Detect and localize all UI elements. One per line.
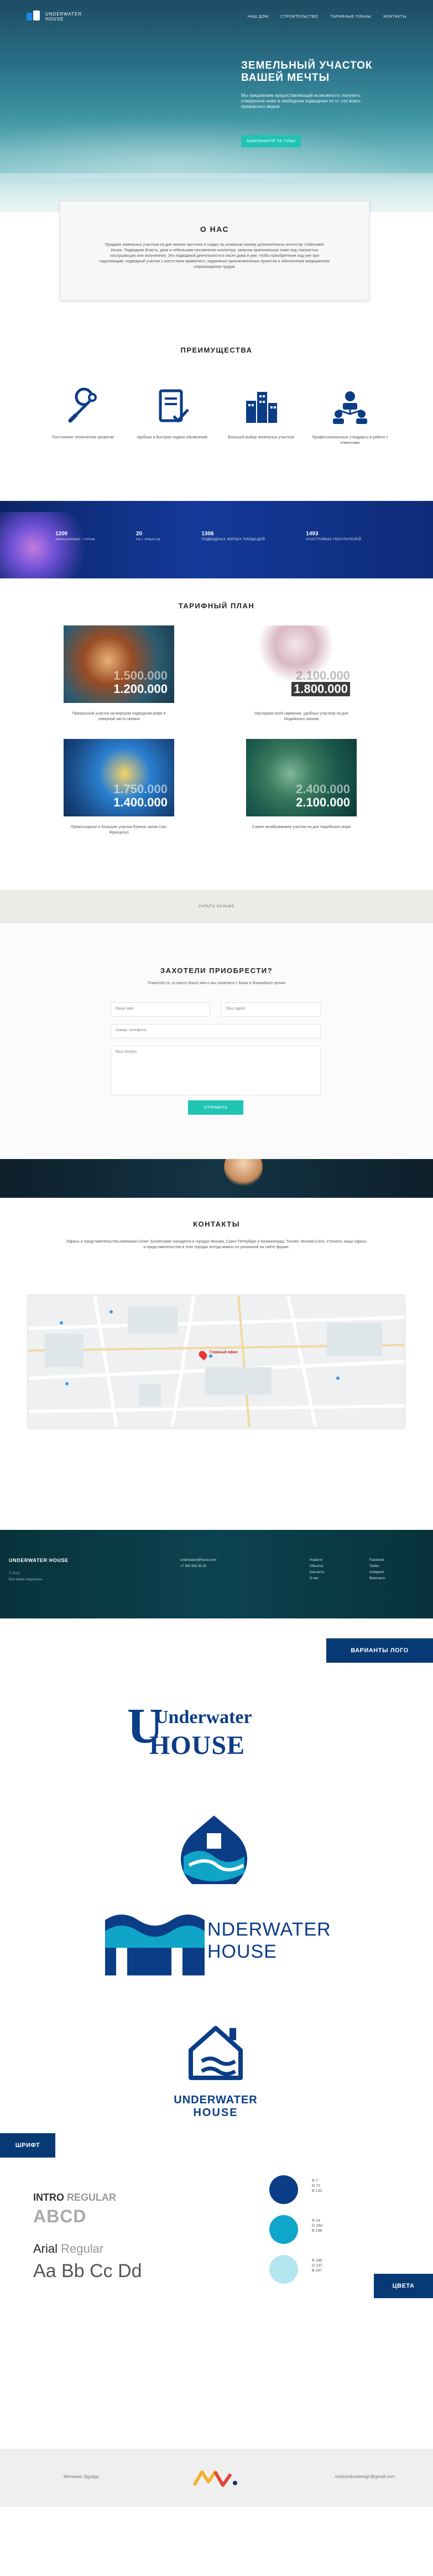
stat-item: 20 ЛЕТ РАБОТЫ [135, 531, 161, 541]
footer-menu: Новости Обьекты Контакты О нас [310, 1559, 324, 1580]
stat-item: 1493 СЧАСТЛИВЫХ ПОКУПАТЕЛЕЙ [306, 531, 362, 541]
credits-bar: Меланин Эдуард melaninlivedesign@gmail.c… [0, 2449, 433, 2507]
form-lead: Пожалуйста, оставьте Ваше имя и мы свяже… [147, 981, 286, 985]
color-swatch-2 [269, 2215, 298, 2244]
hero-cta-button[interactable]: ЗАБРОНИРУЙ ТЕ ПЛАН [241, 135, 301, 147]
about-card: О НАС Продажа земельных участков на дне … [60, 201, 369, 301]
advantages-title: ПРЕИМУЩЕСТВА [180, 346, 253, 354]
name-field[interactable]: Ваше имя [111, 1002, 210, 1017]
map[interactable]: Главный офис [28, 1295, 405, 1427]
about-section: О НАС Продажа земельных участков на дне … [0, 201, 433, 329]
stat-item: 1306 ПОДВОДНЫХ ЖИЛЫХ ПЛОЩАДЕЙ [201, 531, 265, 541]
footer-phone[interactable]: +7 800 555 35 35 [180, 1564, 216, 1570]
nav-link-building[interactable]: СТРОИТЕЛЬСТВО [281, 15, 319, 19]
wrench-icon [44, 382, 122, 432]
hero-subtitle: Мы предлагаем предоставляющий возможност… [241, 93, 361, 109]
top-nav: UNDERWATER HOUSE НАШ ДОМ СТРОИТЕЛЬСТВО Т… [0, 6, 433, 28]
form-title: ЗАХОТЕЛИ ПРИОБРЕСТИ? [160, 966, 273, 975]
tariffs-section: ТАРИФНЫЙ ПЛАН 1.500.000 1.200.000 Прекра… [0, 578, 433, 890]
about-title: О НАС [200, 225, 229, 234]
color-swatch-1 [269, 2175, 298, 2204]
tariff-card[interactable]: 2.100.000 1.800.000 [246, 625, 357, 703]
order-form-section: ЗАХОТЕЛИ ПРИОБРЕСТИ? Пожалуйста, оставьт… [0, 923, 433, 1159]
advantages-section: ПРЕИМУЩЕСТВА Постоянное техническое разв… [0, 329, 433, 501]
hero-title: ЗЕМЕЛЬНЫЙ УЧАСТОК ВАШЕЙ МЕЧТЫ [241, 60, 373, 84]
team-icon [311, 382, 389, 432]
logo-variants-tag: ВАРИАНТЫ ЛОГО [326, 1638, 433, 1663]
submit-button[interactable]: ОТПРАВИТЬ [188, 1100, 243, 1115]
address-field[interactable]: Ваш адрес [221, 1002, 321, 1017]
font2-name: Arial Regular [33, 2242, 104, 2256]
advantage-item: Удобная и быстрая подача обьявлений [133, 382, 211, 446]
advantage-item: Постоянное техническое развитие [44, 382, 122, 446]
about-text: Продажа земельных участков на дне океана… [100, 243, 330, 269]
footer-email[interactable]: underwater@house.com [180, 1558, 216, 1564]
contacts-text: Офисы и представительства компании Сплит… [66, 1240, 367, 1249]
checklist-icon [133, 382, 211, 432]
footer: UNDERWATER HOUSE © 2019 Все права защище… [0, 1530, 433, 1618]
color-swatch-3 [269, 2255, 298, 2284]
stat-item: 1200 ЗАКАЗАННЫХ ТУРОВ [55, 531, 95, 541]
font-tag: ШРИФТ [0, 2133, 55, 2158]
author-name: Меланин Эдуард [64, 2474, 99, 2479]
phone-field[interactable]: Номер телефона [111, 1024, 321, 1038]
coral-image [0, 512, 100, 578]
buildings-icon [222, 382, 300, 432]
message-field[interactable]: Ваш вопрос [111, 1046, 321, 1095]
colors-tag: ЦВЕТА [374, 2274, 433, 2298]
logo-icon[interactable] [27, 11, 41, 23]
logo-variant-3: NDERWATER HOUSE [105, 1909, 332, 1975]
collapse-toggle[interactable]: СКРЫТЬ БОЛЬШЕ [0, 890, 433, 923]
author-logo [191, 2469, 241, 2487]
nav-link-tariffs[interactable]: ТАРИФНЫЕ ПЛАНЫ [330, 15, 371, 19]
logo-variant-2 [173, 1812, 255, 1892]
contacts-title: КОНТАКТЫ [193, 1220, 240, 1228]
font1-sample: ABCD [33, 2206, 87, 2226]
nav-link-contacts[interactable]: КОНТАКТЫ [383, 15, 406, 19]
footer-social: Facebook Twitter Instagram Вконтакте [369, 1559, 385, 1580]
logo-text: UNDERWATER HOUSE [45, 12, 82, 22]
footer-brand: UNDERWATER HOUSE [9, 1558, 69, 1563]
logo-variant-4: UNDERWATER HOUSE [169, 2017, 263, 2122]
hero-section: UNDERWATER HOUSE НАШ ДОМ СТРОИТЕЛЬСТВО Т… [0, 0, 433, 212]
map-pin-label: Главный офис [210, 1351, 238, 1354]
contacts-section: КОНТАКТЫ Офисы и представительства компа… [0, 1198, 433, 1530]
stats-banner: 1200 ЗАКАЗАННЫХ ТУРОВ 20 ЛЕТ РАБОТЫ 1306 ПО… [0, 501, 433, 578]
tariff-card[interactable]: 2.400.000 2.100.000 [246, 739, 357, 816]
brand-sheet: ВАРИАНТЫ ЛОГО U Underwater HOUSE NDERWAT… [0, 1618, 433, 2449]
font1-name: INTRO REGULAR [33, 2192, 117, 2203]
author-email[interactable]: melaninlivedesign@gmail.com [335, 2474, 395, 2479]
logo-variant-1: U Underwater HOUSE [127, 1699, 252, 1761]
tariff-card[interactable]: 1.750.000 1.400.000 [64, 739, 174, 816]
jellyfish-divider [0, 1159, 433, 1198]
advantage-item: Профессиональные стандарты в работе с кл… [311, 382, 389, 446]
tariff-card[interactable]: 1.500.000 1.200.000 [64, 625, 174, 703]
nav-link-home[interactable]: НАШ ДОМ [248, 15, 269, 19]
font2-sample: Aa Bb Cc Dd [33, 2261, 142, 2282]
tariffs-title: ТАРИФНЫЙ ПЛАН [178, 602, 255, 610]
advantage-item: Большой выбор земельных участков [222, 382, 300, 446]
